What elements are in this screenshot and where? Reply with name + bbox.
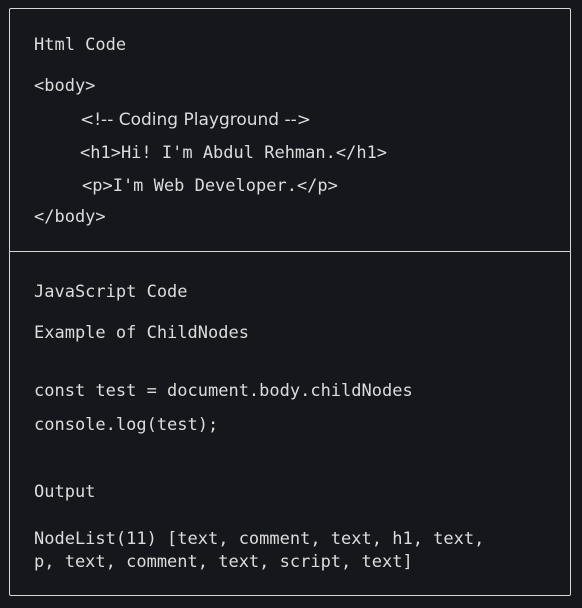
html-section-title: Html Code bbox=[34, 35, 127, 55]
html-code-line-body-open: <body> bbox=[34, 76, 96, 96]
js-code-line-1: const test = document.body.childNodes bbox=[34, 381, 413, 401]
js-code-line-2: console.log(test); bbox=[34, 415, 219, 435]
html-code-line-body-close: </body> bbox=[34, 207, 106, 227]
html-code-line-p: <p>I'm Web Developer.</p> bbox=[82, 176, 338, 196]
section-divider bbox=[9, 251, 571, 252]
output-line-1: NodeList(11) [text, comment, text, h1, t… bbox=[34, 529, 485, 549]
js-section-title: JavaScript Code bbox=[34, 282, 188, 302]
js-section-subtitle: Example of ChildNodes bbox=[34, 323, 249, 343]
html-code-line-comment: <!-- Coding Playground --> bbox=[80, 110, 312, 130]
output-label: Output bbox=[34, 482, 96, 502]
html-code-line-h1: <h1>Hi! I'm Abdul Rehman.</h1> bbox=[80, 143, 388, 163]
output-line-2: p, text, comment, text, script, text] bbox=[34, 552, 413, 572]
